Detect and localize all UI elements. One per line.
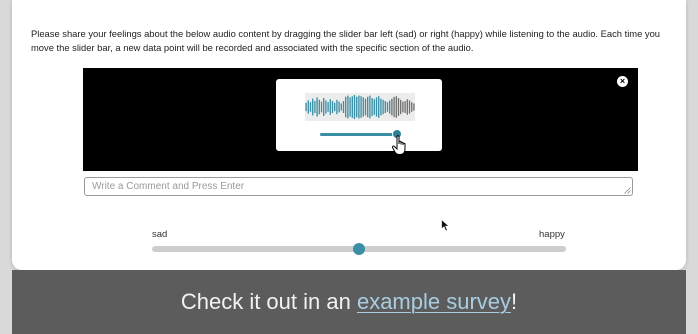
waveform-bar: [356, 96, 358, 118]
waveform-bar: [338, 101, 340, 113]
waveform-bar: [360, 96, 362, 118]
waveform-bar: [329, 99, 331, 115]
waveform-bar: [312, 98, 314, 116]
waveform-bar: [402, 101, 404, 113]
waveform-bar: [395, 96, 397, 118]
waveform-bar: [364, 98, 367, 116]
waveform-bar: [347, 95, 349, 119]
audio-waveform[interactable]: [305, 93, 415, 121]
sad-label: sad: [152, 229, 168, 240]
audio-popup: [276, 79, 442, 155]
comment-input[interactable]: [84, 177, 633, 196]
waveform-bar: [411, 102, 413, 112]
waveform-bar: [367, 96, 369, 118]
resize-grip-icon[interactable]: [624, 187, 631, 194]
waveform-bar: [318, 99, 320, 115]
waveform-bar: [413, 103, 415, 111]
waveform-bar: [309, 102, 312, 112]
waveform-bar: [382, 99, 384, 115]
waveform-bar: [408, 100, 411, 114]
mouse-pointer-icon: [441, 219, 450, 232]
waveform-bar: [380, 98, 382, 116]
close-icon[interactable]: ×: [617, 76, 628, 87]
waveform-bar: [307, 100, 309, 114]
waveform-bar: [391, 98, 393, 116]
waveform-bar: [316, 97, 318, 117]
waveform-bar: [320, 101, 323, 113]
waveform-bar: [397, 98, 400, 116]
waveform-bar: [325, 100, 327, 114]
waveform-bar: [334, 102, 336, 112]
example-survey-link[interactable]: example survey: [357, 289, 511, 314]
promo-text-suffix: !: [511, 289, 518, 314]
happy-label: happy: [539, 229, 565, 240]
waveform-bar: [389, 100, 391, 114]
waveform-bar: [375, 97, 378, 117]
waveform-bar: [371, 98, 373, 116]
waveform-bar: [373, 99, 375, 115]
waveform-bar: [362, 97, 364, 117]
promo-banner: Check it out in an example survey!: [12, 270, 686, 334]
playback-progress-fill: [320, 133, 397, 136]
waveform-bar: [349, 97, 351, 117]
promo-text: Check it out in an example survey!: [181, 289, 517, 315]
waveform-bar: [345, 96, 347, 118]
audio-player: ×: [83, 68, 638, 171]
waveform-bar: [342, 101, 345, 113]
waveform-bar: [353, 95, 356, 119]
question-instructions: Please share your feelings about the bel…: [31, 28, 661, 53]
waveform-bar: [331, 101, 334, 113]
waveform-bar: [404, 101, 406, 113]
survey-question-card: Please share your feelings about the bel…: [12, 0, 686, 270]
waveform-bar: [323, 98, 325, 116]
waveform-bar: [358, 95, 360, 119]
hand-cursor-icon: [391, 135, 406, 155]
waveform-bar: [406, 99, 408, 115]
waveform-bar: [340, 103, 342, 111]
waveform-bar: [386, 102, 389, 112]
waveform-bar: [393, 96, 395, 118]
waveform-bar: [400, 99, 402, 115]
waveform-bar: [336, 99, 338, 115]
waveform-bar: [369, 95, 371, 119]
feeling-slider-handle[interactable]: [353, 243, 365, 255]
waveform-bar: [305, 102, 307, 112]
waveform-bar: [384, 101, 386, 113]
playback-progress-bar[interactable]: [320, 129, 402, 139]
waveform-bar: [351, 96, 353, 118]
feeling-slider-track[interactable]: [152, 243, 566, 255]
promo-text-prefix: Check it out in an: [180, 289, 357, 314]
waveform-bar: [327, 102, 329, 112]
waveform-bar: [314, 101, 316, 113]
waveform-bar: [378, 96, 380, 118]
